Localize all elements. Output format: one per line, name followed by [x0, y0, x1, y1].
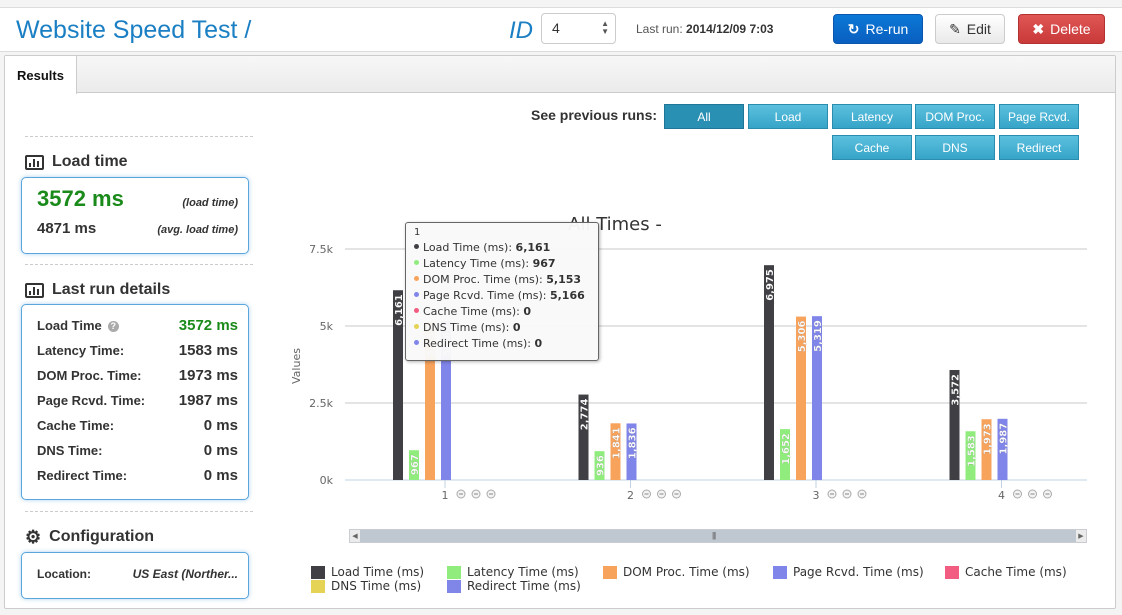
x-tick-label: 3	[813, 489, 820, 502]
pencil-icon: ✎	[949, 20, 961, 37]
legend-label: Redirect Time (ms)	[467, 579, 581, 593]
series-dot-icon	[414, 276, 419, 281]
tooltip-row: Page Rcvd. Time (ms): 5,166	[414, 288, 590, 304]
series-dot-icon	[414, 324, 419, 329]
rerun-button[interactable]: ↻ Re-run	[833, 14, 923, 44]
y-tick-label: 5k	[320, 320, 334, 333]
series-dot-icon	[414, 260, 419, 265]
scrollbar-grip-icon[interactable]: |||	[712, 531, 716, 540]
data-label: 5,319	[813, 320, 824, 352]
legend-swatch	[945, 565, 959, 579]
series-dot-icon	[414, 292, 419, 297]
tooltip-row: DOM Proc. Time (ms): 5,153	[414, 272, 590, 288]
data-label: 936	[596, 455, 607, 476]
data-label: 1,841	[612, 427, 623, 459]
refresh-icon: ↻	[847, 20, 860, 37]
last-run: Last run: 2014/12/09 7:03	[636, 22, 773, 36]
legend-label: DNS Time (ms)	[331, 579, 422, 593]
y-tick-label: 2.5k	[309, 397, 333, 410]
legend-item[interactable]: Page Rcvd. Time (ms)	[773, 565, 924, 579]
legend-swatch	[773, 565, 787, 579]
data-label: 1,973	[983, 423, 994, 455]
results-panel: Results Load time 3572 ms (load time) 48…	[4, 55, 1116, 609]
legend-label: Page Rcvd. Time (ms)	[793, 565, 924, 579]
data-label: 6,975	[765, 269, 776, 301]
legend-item[interactable]: Load Time (ms)	[311, 565, 424, 579]
data-label: 1,836	[628, 427, 639, 459]
legend-label: Cache Time (ms)	[965, 565, 1067, 579]
legend-swatch	[311, 565, 325, 579]
data-label: 1,987	[999, 423, 1010, 455]
last-run-value: 2014/12/09 7:03	[686, 22, 774, 36]
tooltip-row: DNS Time (ms): 0	[414, 320, 590, 336]
id-label: ID	[509, 17, 533, 44]
last-run-label: Last run:	[636, 22, 683, 36]
x-tick-label: 1	[442, 489, 449, 502]
rerun-label: Re-run	[865, 21, 909, 37]
legend-swatch	[447, 579, 461, 593]
data-label: 3,572	[951, 374, 962, 406]
edit-button[interactable]: ✎ Edit	[935, 14, 1005, 44]
legend-swatch	[311, 579, 325, 593]
y-tick-label: 0k	[320, 474, 334, 487]
data-label: 1,583	[967, 435, 978, 467]
legend-label: DOM Proc. Time (ms)	[623, 565, 750, 579]
id-select[interactable]: 4 ▲ ▼	[541, 13, 616, 44]
select-arrows-icon: ▲ ▼	[601, 19, 609, 36]
legend-label: Load Time (ms)	[331, 565, 425, 579]
data-label: 5,306	[797, 321, 808, 353]
data-label: 6,161	[394, 294, 405, 326]
scroll-right-button[interactable]: ▶	[1076, 530, 1086, 542]
tooltip-row: Load Time (ms): 6,161	[414, 240, 590, 256]
legend-item[interactable]: Cache Time (ms)	[945, 565, 1067, 579]
tooltip-row: Cache Time (ms): 0	[414, 304, 590, 320]
legend-item[interactable]: DNS Time (ms)	[311, 579, 421, 593]
series-dot-icon	[414, 244, 419, 249]
tooltip-header: 1	[414, 227, 421, 238]
top-bar: Website Speed Test / ID 4 ▲ ▼ Last run: 2…	[0, 7, 1122, 52]
legend-swatch	[603, 565, 617, 579]
tooltip-row: Latency Time (ms): 967	[414, 256, 590, 272]
delete-label: Delete	[1050, 21, 1091, 37]
legend-swatch	[447, 565, 461, 579]
legend-item[interactable]: DOM Proc. Time (ms)	[603, 565, 750, 579]
scroll-left-button[interactable]: ◀	[350, 530, 360, 542]
legend-label: Latency Time (ms)	[467, 565, 579, 579]
id-select-value: 4	[552, 20, 560, 36]
chart-scrollbar[interactable]: ◀ ||| ▶	[349, 529, 1087, 543]
data-label: 1,652	[781, 433, 792, 465]
series-dot-icon	[414, 308, 419, 313]
y-axis-label: Values	[290, 348, 303, 384]
legend-item[interactable]: Latency Time (ms)	[447, 565, 579, 579]
tooltip-row: Redirect Time (ms): 0	[414, 336, 590, 352]
data-label: 2,774	[580, 399, 591, 431]
data-label: 967	[410, 454, 421, 475]
chart-tooltip: 1 Load Time (ms): 6,161 Latency Time (ms…	[405, 222, 599, 361]
edit-label: Edit	[966, 21, 991, 37]
x-icon: ✖	[1032, 20, 1045, 37]
y-tick-label: 7.5k	[309, 243, 333, 256]
series-dot-icon	[414, 340, 419, 345]
legend-item[interactable]: Redirect Time (ms)	[447, 579, 581, 593]
page-title: Website Speed Test /	[16, 16, 252, 44]
delete-button[interactable]: ✖ Delete	[1018, 14, 1105, 44]
x-tick-label: 2	[627, 489, 634, 502]
x-tick-label: 4	[998, 489, 1005, 502]
